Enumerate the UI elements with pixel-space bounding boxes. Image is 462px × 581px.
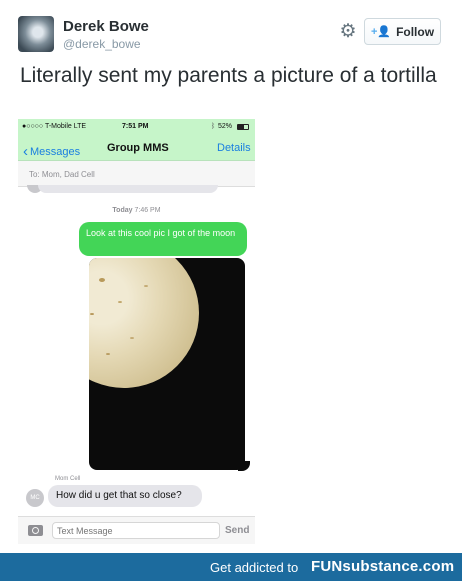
timestamp-time: 7:46 PM (134, 207, 161, 214)
battery-percent: 52% (218, 123, 233, 130)
gear-icon[interactable]: ⚙ (338, 22, 358, 42)
sender-avatar[interactable]: MC (26, 489, 44, 507)
timestamp: Today 7:46 PM (18, 207, 255, 214)
footer-banner[interactable]: Get addicted to FUNsubstance.com (0, 553, 462, 581)
previous-message-bubble (38, 185, 218, 193)
nav-bar: ‹ Messages Group MMS Details (18, 137, 255, 161)
status-bar: ●○○○○ T-Mobile LTE 7:51 PM ᛒ 52% (18, 119, 255, 137)
carrier-label: ●○○○○ T-Mobile LTE (22, 123, 87, 130)
sent-message-bubble[interactable]: Look at this cool pic I got of the moon (79, 222, 247, 256)
message-input[interactable] (52, 522, 220, 539)
tweet-header: Derek Bowe @derek_bowe ⚙ +👤 Follow (18, 16, 444, 56)
timestamp-day: Today (112, 207, 133, 214)
user-name[interactable]: Derek Bowe (63, 18, 149, 35)
banner-brand: FUNsubstance.com (311, 558, 455, 575)
tweet-text: Literally sent my parents a picture of a… (20, 64, 437, 87)
tortilla-image (89, 258, 199, 388)
message-input-bar: Send (18, 516, 255, 544)
follow-button[interactable]: +👤 Follow (364, 18, 441, 45)
banner-tagline: Get addicted to (210, 560, 299, 575)
battery-icon (237, 124, 249, 130)
received-message-bubble[interactable]: How did u get that so close? (48, 485, 202, 507)
add-user-icon: +👤 (370, 26, 392, 38)
photo-bubble-tail (238, 461, 250, 471)
sender-label: Mom Cell (55, 476, 81, 482)
recipients-field[interactable]: To: Mom, Dad Cell (18, 161, 255, 187)
details-button[interactable]: Details (217, 142, 251, 154)
photo-attachment[interactable] (89, 258, 245, 470)
follow-label: Follow (396, 24, 435, 39)
back-label: Messages (30, 146, 81, 158)
clock: 7:51 PM (122, 123, 149, 130)
chevron-left-icon: ‹ (23, 143, 28, 160)
user-handle[interactable]: @derek_bowe (63, 37, 141, 51)
bluetooth-icon: ᛒ (211, 123, 216, 130)
send-button[interactable]: Send (225, 525, 249, 536)
camera-icon[interactable] (28, 525, 43, 536)
conversation-title: Group MMS (107, 142, 169, 154)
phone-screenshot: ●○○○○ T-Mobile LTE 7:51 PM ᛒ 52% ‹ Messag… (18, 119, 255, 544)
avatar[interactable] (18, 16, 54, 52)
back-button[interactable]: ‹ Messages (23, 142, 81, 160)
